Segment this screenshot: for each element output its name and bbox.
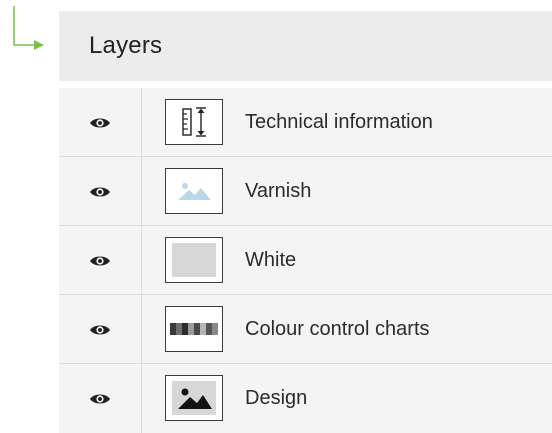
layer-thumbnail (165, 237, 223, 283)
visibility-toggle[interactable] (59, 295, 141, 364)
layer-thumbnail (165, 375, 223, 421)
layer-row-colour-control-charts[interactable]: Colour control charts (59, 295, 552, 364)
visibility-toggle[interactable] (59, 364, 141, 433)
eye-icon[interactable] (89, 392, 111, 406)
visibility-toggle[interactable] (59, 157, 141, 226)
layer-thumbnail (165, 99, 223, 145)
column-divider (141, 226, 142, 295)
layers-panel-header: Layers (59, 11, 552, 81)
ruler-icon (182, 107, 206, 137)
layer-label: Colour control charts (245, 318, 430, 340)
layer-label: Technical information (245, 111, 433, 133)
layer-row-white[interactable]: White (59, 226, 552, 295)
layer-thumbnail (165, 306, 223, 352)
eye-icon[interactable] (89, 254, 111, 268)
eye-icon[interactable] (89, 116, 111, 130)
visibility-toggle[interactable] (59, 226, 141, 295)
tree-connector-arrow-icon (13, 6, 44, 50)
layer-row-varnish[interactable]: Varnish (59, 157, 552, 226)
layer-label: Design (245, 387, 308, 409)
column-divider (141, 88, 142, 157)
visibility-toggle[interactable] (59, 88, 141, 157)
layer-list: Technical information Varnish White Colo… (59, 88, 552, 433)
column-divider (141, 364, 142, 433)
white-swatch-icon (172, 243, 216, 277)
layer-label: White (245, 249, 297, 271)
panel-title: Layers (89, 32, 163, 59)
eye-icon[interactable] (89, 323, 111, 337)
color-bars-icon (170, 323, 218, 335)
column-divider (141, 157, 142, 226)
layer-label: Varnish (245, 180, 312, 202)
eye-icon[interactable] (89, 185, 111, 199)
image-icon (172, 381, 216, 415)
image-placeholder-icon (178, 183, 211, 200)
layer-row-design[interactable]: Design (59, 364, 552, 433)
column-divider (141, 295, 142, 364)
layer-row-technical-information[interactable]: Technical information (59, 88, 552, 157)
layer-thumbnail (165, 168, 223, 214)
